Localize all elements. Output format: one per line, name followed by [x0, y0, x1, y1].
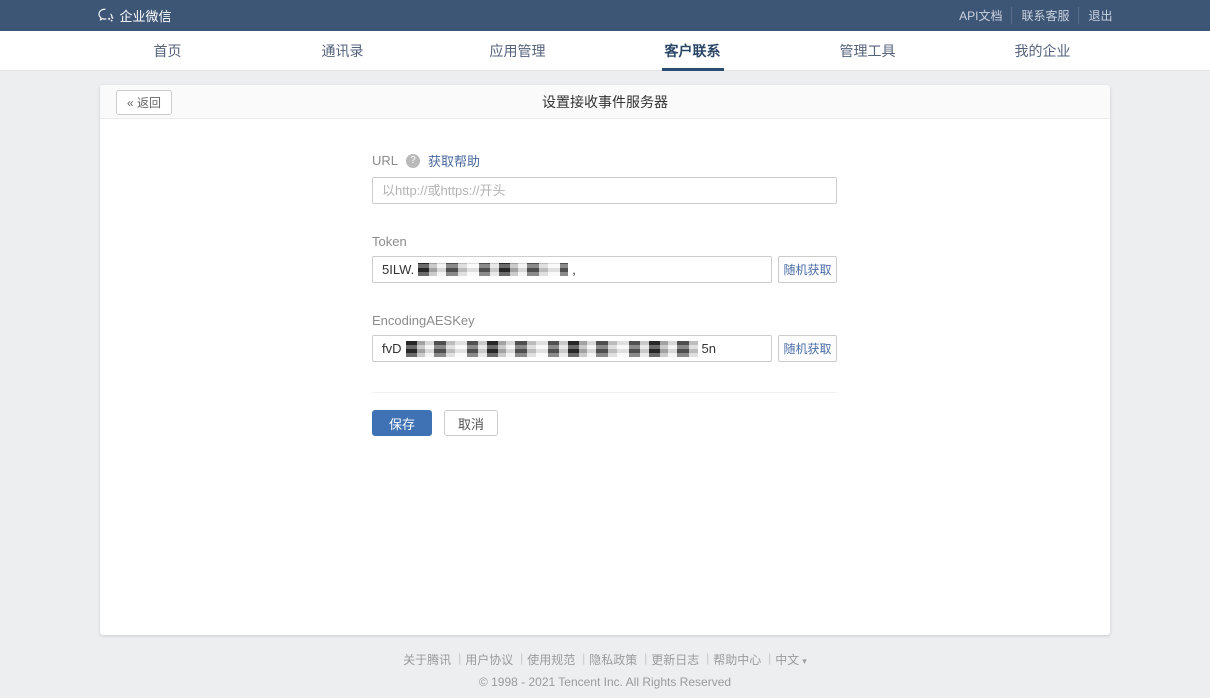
token-redacted-value [418, 263, 568, 276]
cancel-button[interactable]: 取消 [444, 410, 498, 436]
save-button[interactable]: 保存 [372, 410, 432, 436]
topbar: 企业微信 API文档 联系客服 退出 [0, 0, 1210, 31]
wework-brand[interactable]: 企业微信 [98, 6, 172, 25]
url-field-group: URL ? 获取帮助 [372, 151, 837, 204]
back-button[interactable]: « 返回 [116, 90, 172, 115]
token-input[interactable]: 5ILW. , [372, 256, 772, 283]
token-value-suffix: , [572, 262, 576, 277]
get-help-link[interactable]: 获取帮助 [428, 151, 480, 170]
aeskey-value-prefix: fvD [382, 341, 402, 356]
footer-link-help-center[interactable]: 帮助中心 [706, 651, 768, 668]
token-field-group: Token 5ILW. , 随机获取 [372, 234, 837, 283]
aeskey-field-group: EncodingAESKey fvD 5n 随机获取 [372, 313, 837, 362]
url-input[interactable] [372, 177, 837, 204]
token-value-prefix: 5ILW. [382, 262, 414, 277]
wework-logo-icon [98, 8, 115, 24]
form-divider [372, 392, 837, 393]
settings-card: « 返回 设置接收事件服务器 URL ? 获取帮助 Token [100, 85, 1110, 635]
footer-link-about-tencent[interactable]: 关于腾讯 [396, 651, 458, 668]
contact-support-link[interactable]: 联系客服 [1012, 7, 1079, 24]
language-selector[interactable]: 中文▾ [768, 651, 814, 668]
tab-app-management[interactable]: 应用管理 [430, 31, 605, 71]
footer: 关于腾讯 用户协议 使用规范 隐私政策 更新日志 帮助中心 中文▾ © 1998… [0, 651, 1210, 689]
tab-home[interactable]: 首页 [80, 31, 255, 71]
page-title: 设置接收事件服务器 [542, 92, 668, 112]
token-random-button[interactable]: 随机获取 [778, 256, 837, 283]
footer-link-user-agreement[interactable]: 用户协议 [458, 651, 520, 668]
tab-admin-tools[interactable]: 管理工具 [780, 31, 955, 71]
aeskey-value-suffix: 5n [702, 341, 716, 356]
url-label: URL [372, 153, 398, 168]
footer-link-changelog[interactable]: 更新日志 [644, 651, 706, 668]
api-doc-link[interactable]: API文档 [950, 7, 1012, 24]
aeskey-label: EncodingAESKey [372, 313, 475, 328]
aeskey-random-button[interactable]: 随机获取 [778, 335, 837, 362]
footer-link-privacy-policy[interactable]: 隐私政策 [582, 651, 644, 668]
tab-contacts[interactable]: 通讯录 [255, 31, 430, 71]
tab-customer-contact[interactable]: 客户联系 [605, 31, 780, 71]
help-icon[interactable]: ? [406, 154, 420, 168]
aeskey-input[interactable]: fvD 5n [372, 335, 772, 362]
logout-link[interactable]: 退出 [1079, 7, 1112, 24]
tab-my-company[interactable]: 我的企业 [955, 31, 1130, 71]
aeskey-redacted-value [406, 341, 698, 357]
main-nav: 首页 通讯录 应用管理 客户联系 管理工具 我的企业 [0, 31, 1210, 71]
copyright-text: © 1998 - 2021 Tencent Inc. All Rights Re… [0, 675, 1210, 689]
caret-down-icon: ▾ [802, 656, 807, 666]
card-header: « 返回 设置接收事件服务器 [100, 85, 1110, 119]
footer-link-usage-rules[interactable]: 使用规范 [520, 651, 582, 668]
brand-label: 企业微信 [120, 6, 172, 25]
token-label: Token [372, 234, 407, 249]
